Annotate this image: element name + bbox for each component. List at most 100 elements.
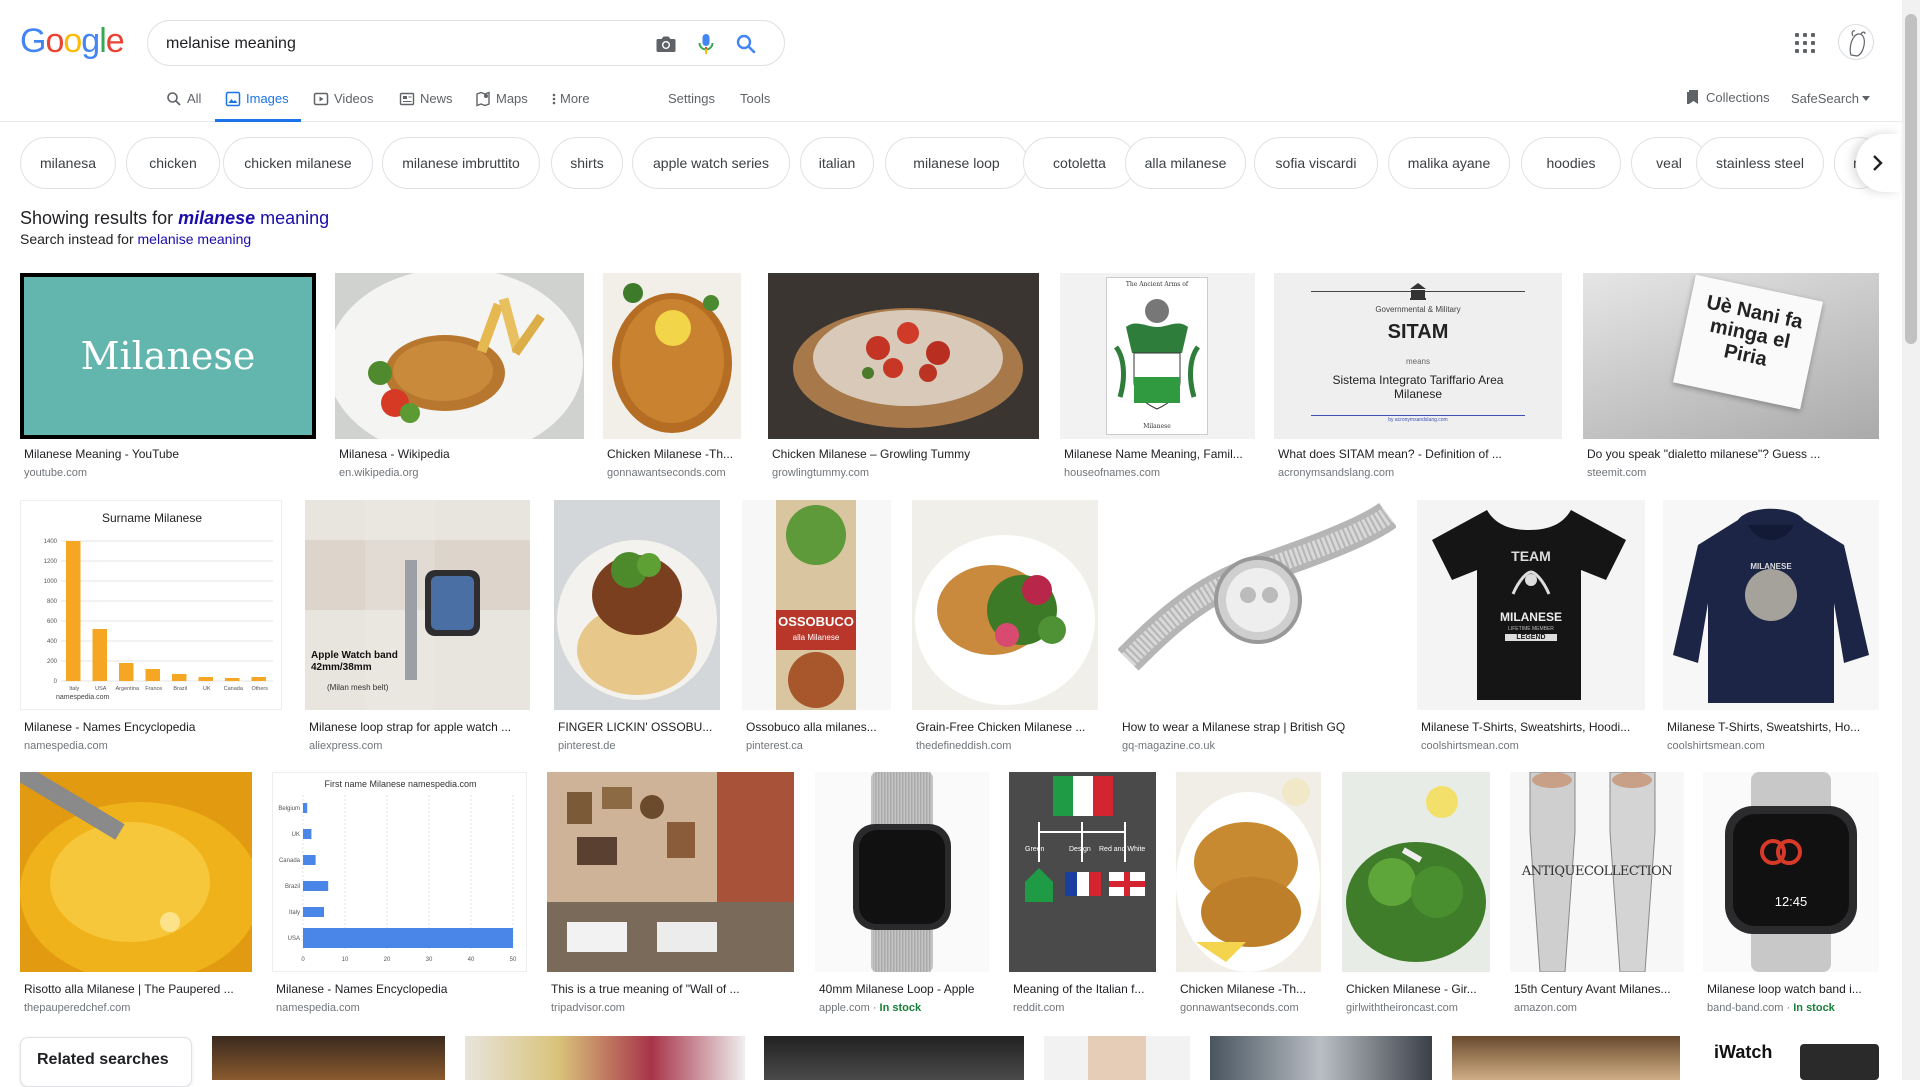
search-input[interactable]	[166, 32, 626, 56]
result-title[interactable]: Chicken Milanese -Th...	[1180, 982, 1321, 996]
image-result[interactable]: Risotto alla Milanese | The Paupered ...…	[20, 772, 252, 1022]
result-thumbnail: TEAM MILANESE LIFETIME MEMBER LEGEND	[1417, 500, 1645, 710]
tools-link[interactable]: Tools	[740, 91, 770, 106]
result-title[interactable]: Chicken Milanese -Th...	[607, 447, 741, 461]
image-result[interactable]: TEAM MILANESE LIFETIME MEMBER LEGEND Mil…	[1417, 500, 1645, 755]
tab-label: Maps	[496, 91, 528, 106]
image-result[interactable]: Chicken Milanese -Th... gonnawantseconds…	[603, 273, 741, 483]
result-title[interactable]: 40mm Milanese Loop - Apple	[819, 982, 989, 996]
result-title[interactable]: Chicken Milanese - Gir...	[1346, 982, 1490, 996]
image-result[interactable]: ANTIQUECOLLECTION 15th Century Avant Mil…	[1510, 772, 1684, 1022]
chip[interactable]: shirts	[551, 137, 623, 189]
corrected-query-link[interactable]: milanese meaning	[178, 208, 329, 228]
chart-bar	[303, 855, 316, 865]
image-result[interactable]: Chicken Milanese - Gir... girlwiththeiro…	[1342, 772, 1490, 1022]
chip[interactable]: chicken	[126, 137, 220, 189]
image-result[interactable]: How to wear a Milanese strap | British G…	[1118, 500, 1396, 755]
result-title[interactable]: Milanese - Names Encyclopedia	[24, 720, 282, 734]
collections-button[interactable]: Collections	[1686, 89, 1770, 105]
microphone-icon[interactable]	[694, 32, 718, 56]
image-result[interactable]: FINGER LICKIN' OSSOBU... pinterest.de	[554, 500, 720, 755]
tick-label: 50	[510, 957, 517, 963]
avatar[interactable]	[1838, 24, 1874, 60]
image-result[interactable]: First name Milanese namespedia.com 0 10 20…	[272, 772, 527, 1022]
tab-news[interactable]: News	[399, 84, 455, 122]
result-title[interactable]: What does SITAM mean? - Definition of ..…	[1278, 447, 1562, 461]
image-result[interactable]: Grain-Free Chicken Milanese ... thedefin…	[912, 500, 1098, 755]
result-title[interactable]: Chicken Milanese – Growling Tummy	[772, 447, 1039, 461]
image-result[interactable]: Apple Watch band 42mm/38mm (Milan mesh b…	[305, 500, 530, 755]
tab-videos[interactable]: Videos	[313, 84, 379, 122]
vertical-scrollbar[interactable]	[1902, 0, 1920, 1080]
chip[interactable]: cotoletta	[1023, 137, 1136, 189]
image-result[interactable]: MILANESE Milanese T-Shirts, Sweatshirts,…	[1663, 500, 1879, 755]
result-title[interactable]: Milanese Name Meaning, Famil...	[1064, 447, 1255, 461]
image-result[interactable]: Chicken Milanese – Growling Tummy growli…	[768, 273, 1039, 483]
image-result[interactable]	[1452, 1036, 1680, 1080]
result-title[interactable]: Milanesa - Wikipedia	[339, 447, 584, 461]
result-title[interactable]: Milanese loop watch band i...	[1707, 982, 1879, 996]
image-result[interactable]: iWatch	[1700, 1036, 1879, 1080]
result-title[interactable]: How to wear a Milanese strap | British G…	[1122, 720, 1396, 734]
result-title[interactable]: This is a true meaning of "Wall of ...	[551, 982, 794, 996]
image-result[interactable]: The Ancient Arms of Milanese Milanese Na…	[1060, 273, 1255, 483]
image-result[interactable]	[764, 1036, 1024, 1080]
tab-all[interactable]: All	[166, 84, 206, 122]
image-result[interactable]: Milanese Milanese Meaning - YouTube yout…	[20, 273, 316, 483]
image-result[interactable]: Green Design Red and White Meaning of th…	[1009, 772, 1156, 1022]
search-box[interactable]	[147, 20, 785, 66]
image-result[interactable]: Governmental & Military SITAM means Sist…	[1274, 273, 1562, 483]
tick-label: 20	[384, 957, 391, 963]
chip[interactable]: milanesa	[20, 137, 116, 189]
result-title[interactable]: Milanese Meaning - YouTube	[24, 447, 314, 461]
result-title[interactable]: FINGER LICKIN' OSSOBU...	[558, 720, 720, 734]
chip[interactable]: chicken milanese	[223, 137, 373, 189]
chip[interactable]: stainless steel	[1696, 137, 1824, 189]
image-result[interactable]: Uè Nani fa minga el Piria Do you speak "…	[1583, 273, 1879, 483]
chip[interactable]: milanese loop	[885, 137, 1028, 189]
result-title[interactable]: Ossobuco alla milanes...	[746, 720, 891, 734]
search-icon[interactable]	[734, 32, 758, 56]
image-result[interactable]: 40mm Milanese Loop - Apple apple.com · I…	[815, 772, 989, 1022]
chip[interactable]: apple watch series	[632, 137, 790, 189]
result-title[interactable]: Milanese T-Shirts, Sweatshirts, Hoodi...	[1421, 720, 1645, 734]
chip[interactable]: alla milanese	[1125, 137, 1246, 189]
chip[interactable]: hoodies	[1521, 137, 1621, 189]
chip[interactable]: milanese imbruttito	[382, 137, 540, 189]
image-result[interactable]: Milanesa - Wikipedia en.wikipedia.org	[335, 273, 584, 483]
tab-more[interactable]: More	[551, 84, 597, 122]
image-result[interactable]: OSSOBUCO alla Milanese Ossobuco alla mil…	[742, 500, 891, 755]
tab-maps[interactable]: Maps	[475, 84, 533, 122]
result-title[interactable]: Milanese - Names Encyclopedia	[276, 982, 527, 996]
tick-label: 400	[47, 639, 58, 645]
apps-grid-icon[interactable]	[1795, 33, 1815, 53]
thumb-text: MILANESE	[1499, 610, 1562, 624]
scrollbar-thumb[interactable]	[1905, 14, 1917, 344]
image-result[interactable]	[1210, 1036, 1432, 1080]
camera-icon[interactable]	[654, 32, 678, 56]
result-title[interactable]: 15th Century Avant Milanes...	[1514, 982, 1684, 996]
google-logo[interactable]: Google	[20, 22, 125, 61]
image-result[interactable]	[1044, 1036, 1190, 1080]
image-result[interactable]: 12:45 Milanese loop watch band i... band…	[1703, 772, 1879, 1022]
result-title[interactable]: Risotto alla Milanese | The Paupered ...	[24, 982, 252, 996]
image-result[interactable]: Chicken Milanese -Th... gonnawantseconds…	[1176, 772, 1321, 1022]
result-title[interactable]: Grain-Free Chicken Milanese ...	[916, 720, 1098, 734]
chip[interactable]: sofia viscardi	[1254, 137, 1378, 189]
result-title[interactable]: Milanese T-Shirts, Sweatshirts, Ho...	[1667, 720, 1879, 734]
safesearch-menu[interactable]: SafeSearch	[1791, 91, 1870, 106]
tab-images[interactable]: Images	[215, 84, 301, 122]
chip[interactable]: malika ayane	[1388, 137, 1510, 189]
image-result[interactable]	[212, 1036, 445, 1080]
result-title[interactable]: Milanese loop strap for apple watch ...	[309, 720, 530, 734]
original-query-link[interactable]: melanise meaning	[138, 231, 252, 247]
image-result[interactable]	[465, 1036, 745, 1080]
result-title[interactable]: Do you speak "dialetto milanese"? Guess …	[1587, 447, 1879, 461]
image-result[interactable]: Surname Milanese 1400 1200 1000 800 600 400 20…	[20, 500, 282, 755]
chip[interactable]: italian	[800, 137, 874, 189]
settings-link[interactable]: Settings	[668, 91, 715, 106]
chart-source: namespedia.com	[56, 694, 110, 701]
result-title[interactable]: Meaning of the Italian f...	[1013, 982, 1156, 996]
building-icon	[1410, 283, 1426, 300]
image-result[interactable]: This is a true meaning of "Wall of ... t…	[547, 772, 794, 1022]
